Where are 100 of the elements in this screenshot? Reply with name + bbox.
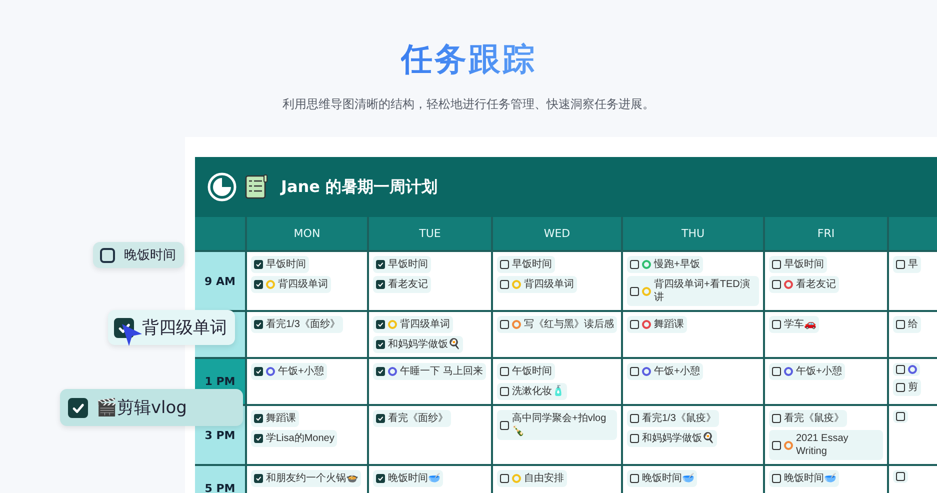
checkbox[interactable] (896, 412, 905, 421)
checkbox[interactable] (896, 472, 905, 481)
checkbox[interactable] (68, 398, 88, 418)
task-chip[interactable]: 午饭+小憩 (251, 363, 327, 380)
checkbox[interactable] (254, 280, 263, 289)
dragged-task-card[interactable]: 晚饭时间 (93, 242, 184, 268)
checkbox[interactable] (500, 367, 509, 376)
checkbox[interactable] (376, 280, 385, 289)
planner-title: Jane 的暑期一周计划 (281, 176, 438, 198)
task-chip[interactable]: 午饭时间 (497, 363, 555, 380)
checkbox[interactable] (630, 414, 639, 423)
checkbox[interactable] (376, 320, 385, 329)
time-label: 5 PM (195, 466, 245, 493)
checkbox[interactable] (376, 367, 385, 376)
checkbox[interactable] (100, 248, 115, 262)
task-chip[interactable]: 看完《面纱》 (373, 410, 451, 427)
checkbox[interactable] (376, 414, 385, 423)
checkbox[interactable] (630, 474, 639, 483)
checkbox[interactable] (254, 320, 263, 329)
checkbox[interactable] (500, 387, 509, 396)
checkbox[interactable] (500, 420, 509, 430)
checkbox[interactable] (254, 474, 263, 483)
checkbox[interactable] (772, 260, 781, 269)
task-chip[interactable]: 晚饭时间🥣 (769, 470, 839, 487)
day-header: MON (247, 217, 367, 250)
task-chip[interactable]: 舞蹈课 (251, 410, 299, 427)
checkbox[interactable] (896, 320, 905, 329)
checkbox[interactable] (376, 474, 385, 483)
checkbox[interactable] (500, 474, 509, 483)
checkbox[interactable] (376, 340, 385, 349)
task-chip[interactable]: 背四级单词 (497, 276, 577, 293)
task-chip[interactable]: 背四级单词+看TED演讲 (627, 276, 759, 306)
task-chip[interactable] (893, 410, 908, 423)
checkbox[interactable] (254, 260, 263, 269)
task-chip[interactable]: 看完1/3《鼠疫》 (627, 410, 719, 427)
day-header: THU (623, 217, 763, 250)
checkbox[interactable] (500, 280, 509, 289)
checkbox[interactable] (772, 440, 781, 450)
checkbox[interactable] (376, 260, 385, 269)
task-chip[interactable]: 高中同学聚会+拍vlog🍾 (497, 410, 617, 440)
checkbox[interactable] (630, 260, 639, 269)
clock-icon (207, 172, 237, 202)
task-chip[interactable]: 写《红与黑》读后感 (497, 316, 617, 333)
task-chip[interactable]: 舞蹈课 (627, 316, 687, 333)
header-cell (889, 217, 937, 250)
task-chip[interactable]: 午饭+小憩 (627, 363, 703, 380)
task-chip[interactable] (893, 470, 908, 483)
task-chip[interactable]: 看老友记 (373, 276, 431, 293)
task-chip[interactable]: 和妈妈学做饭🍳 (373, 336, 463, 353)
task-chip[interactable]: 午饭+小憩 (769, 363, 845, 380)
checkbox[interactable] (254, 434, 263, 443)
checkbox[interactable] (630, 320, 639, 329)
day-header: FRI (765, 217, 887, 250)
checkbox[interactable] (772, 414, 781, 423)
task-chip[interactable]: 剪 (893, 379, 921, 396)
checkbox[interactable] (630, 434, 639, 443)
task-chip[interactable]: 看完《鼠疫》 (769, 410, 847, 427)
task-chip[interactable]: 背四级单词 (373, 316, 453, 333)
task-chip[interactable]: 早饭时间 (373, 256, 431, 273)
day-header: TUE (369, 217, 491, 250)
checkbox[interactable] (896, 383, 905, 392)
checklist-icon (245, 174, 269, 200)
task-chip[interactable]: 学Lisa的Money (251, 430, 338, 447)
checkbox[interactable] (254, 367, 263, 376)
task-chip[interactable]: 自由安排 (497, 470, 567, 487)
task-chip[interactable]: 和朋友约一个火锅🍲 (251, 470, 361, 487)
day-header: WED (493, 217, 621, 250)
task-chip[interactable]: 早 (893, 256, 921, 273)
task-chip[interactable]: 早饭时间 (497, 256, 555, 273)
task-chip[interactable]: 学车🚗 (769, 316, 819, 333)
task-chip[interactable]: 背四级单词 (251, 276, 331, 293)
checkbox[interactable] (896, 260, 905, 269)
task-chip[interactable] (893, 363, 920, 376)
checkbox[interactable] (254, 414, 263, 423)
task-chip[interactable]: 早饭时间 (251, 256, 309, 273)
task-chip[interactable]: 看完1/3《面纱》 (251, 316, 343, 333)
checkbox[interactable] (630, 367, 639, 376)
time-label: 9 AM (195, 252, 245, 310)
task-chip[interactable]: 看老友记 (769, 276, 839, 293)
checkbox[interactable] (772, 280, 781, 289)
checkbox[interactable] (630, 286, 639, 296)
dragged-task-card[interactable]: 🎬剪辑vlog (60, 389, 243, 426)
checkbox[interactable] (772, 367, 781, 376)
task-chip[interactable]: 给 (893, 316, 921, 333)
task-chip[interactable]: 洗漱化妆🧴 (497, 383, 567, 400)
task-chip[interactable]: 晚饭时间🥣 (373, 470, 443, 487)
task-chip[interactable]: 晚饭时间🥣 (627, 470, 697, 487)
task-chip[interactable]: 午睡一下 马上回来 (373, 363, 486, 380)
checkbox[interactable] (500, 320, 509, 329)
dragged-task-card[interactable]: 背四级单词 (108, 310, 235, 345)
task-chip[interactable]: 早饭时间 (769, 256, 827, 273)
task-chip[interactable]: 2021 Essay Writing (769, 430, 883, 460)
cursor-icon (120, 322, 144, 348)
task-chip[interactable]: 和妈妈学做饭🍳 (627, 430, 717, 447)
header-cell (195, 217, 245, 250)
checkbox[interactable] (772, 320, 781, 329)
task-chip[interactable]: 慢跑+早饭 (627, 256, 703, 273)
checkbox[interactable] (772, 474, 781, 483)
checkbox[interactable] (500, 260, 509, 269)
checkbox[interactable] (896, 365, 905, 374)
